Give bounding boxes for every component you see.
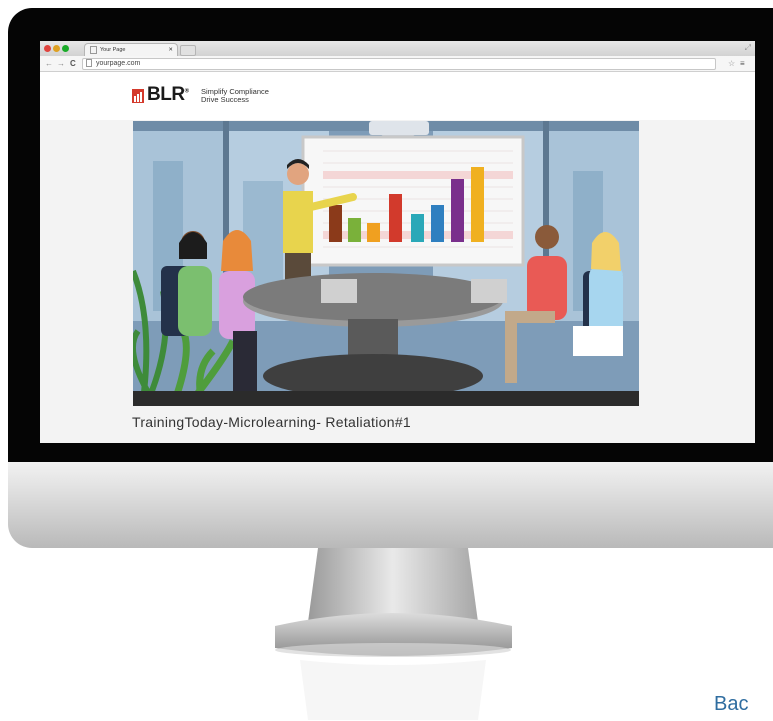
tagline-line2: Drive Success	[201, 95, 249, 104]
training-illustration	[133, 121, 639, 406]
logo[interactable]: BLR®	[147, 84, 189, 106]
registered-mark: ®	[184, 88, 189, 95]
star-icon[interactable]: ☆	[728, 58, 735, 69]
tab-title: Your Page	[100, 47, 126, 53]
back-arrow-icon[interactable]: ←	[45, 58, 53, 69]
back-link[interactable]: Bac	[714, 693, 748, 716]
address-row: ← → C yourpage.com ☆ ≡	[40, 56, 755, 72]
site-header: BLR® Simplify Compliance Drive Success	[40, 72, 755, 120]
url-text: yourpage.com	[96, 60, 141, 67]
new-tab-button[interactable]	[180, 45, 196, 56]
video-player[interactable]	[133, 121, 639, 406]
logo-icon	[132, 89, 144, 103]
tab-bar: Your Page ✕ ⤢	[40, 41, 755, 57]
logo-text: BLR	[147, 84, 185, 105]
fullscreen-icon[interactable]: ⤢	[745, 43, 751, 53]
menu-icon[interactable]: ≡	[740, 58, 745, 69]
page-icon	[90, 45, 97, 54]
minimize-window-button[interactable]	[53, 45, 60, 52]
forward-arrow-icon[interactable]: →	[57, 58, 65, 69]
browser-window: Your Page ✕ ⤢ ← → C yourpage.com ☆ ≡ BLR…	[40, 41, 755, 443]
tagline: Simplify Compliance Drive Success	[201, 88, 269, 104]
page-icon	[86, 59, 92, 68]
browser-tab[interactable]: Your Page ✕	[84, 43, 178, 57]
address-bar[interactable]: yourpage.com	[82, 58, 716, 70]
reload-icon[interactable]: C	[70, 58, 76, 69]
video-caption: TrainingToday-Microlearning- Retaliation…	[132, 414, 411, 430]
maximize-window-button[interactable]	[62, 45, 69, 52]
close-window-button[interactable]	[44, 45, 51, 52]
